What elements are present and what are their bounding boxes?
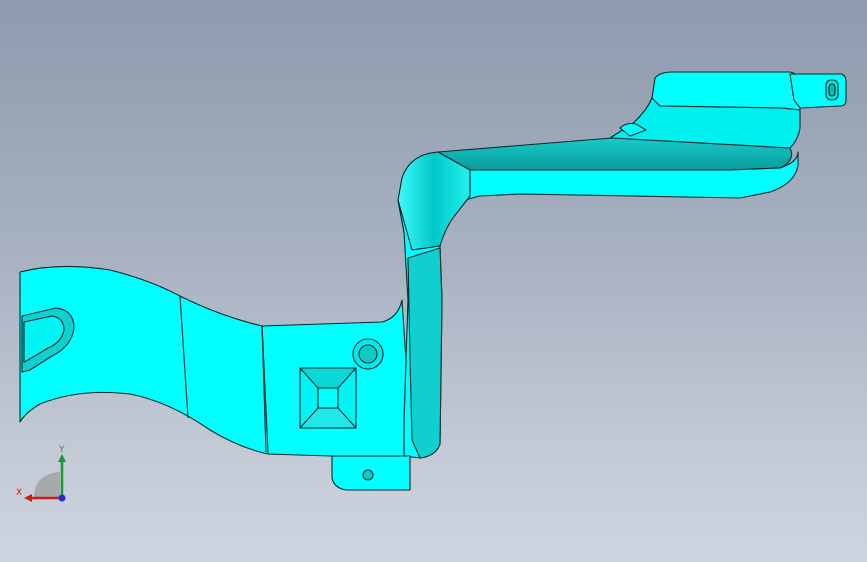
coordinate-triad: X Y — [14, 440, 74, 506]
z-axis-dot-icon — [58, 494, 66, 502]
end-tab-slot-inner — [828, 83, 836, 97]
left-wing-face — [19, 265, 269, 455]
x-axis-label: X — [16, 488, 22, 498]
bracket-part[interactable] — [19, 71, 847, 491]
round-hole-inner — [358, 344, 378, 364]
model-canvas[interactable] — [0, 0, 867, 562]
upper-tab-face — [651, 71, 801, 111]
square-boss-inner — [317, 387, 339, 409]
y-axis-label: Y — [58, 445, 65, 455]
triad-origin-cone — [34, 472, 60, 498]
vertical-column-shadow — [407, 247, 443, 459]
upper-bend-face — [397, 151, 471, 251]
x-arrowhead-icon — [24, 494, 32, 502]
3d-viewport[interactable]: X Y — [0, 0, 867, 562]
y-arrowhead-icon — [58, 454, 66, 462]
bottom-tab-hole-icon — [362, 469, 374, 481]
